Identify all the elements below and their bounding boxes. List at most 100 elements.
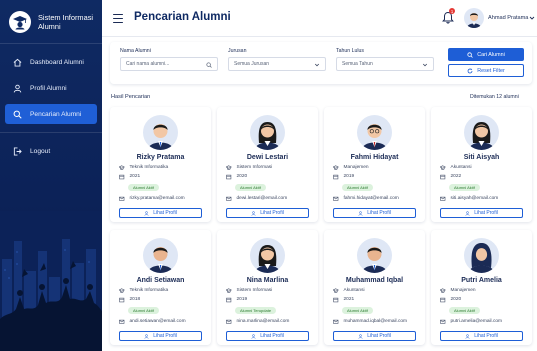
home-icon	[13, 58, 22, 67]
user-icon	[251, 210, 256, 216]
graduation-cap-icon	[226, 165, 232, 170]
alumni-jurusan-text: Sistem Informasi	[236, 288, 273, 294]
sidebar-item-dashboard[interactable]: Dashboard Alumni	[5, 52, 97, 72]
alumni-card: Fahmi Hidayat Manajemen 2019 Alumni Akti…	[324, 107, 425, 222]
results-count: Ditemukan 12 alumni	[470, 94, 519, 100]
alumni-avatar	[143, 115, 178, 150]
alumni-jurusan-text: Sistem Informasi	[236, 165, 273, 171]
sidebar-divider	[0, 132, 102, 133]
name-search-input[interactable]: Cari nama alumni...	[120, 57, 218, 71]
jurusan-select[interactable]: Semua Jurusan	[228, 57, 326, 71]
calendar-icon	[333, 174, 339, 180]
alumni-card: Nina Marlina Sistem Informasi 2019 Alumn…	[217, 230, 318, 345]
graduation-cap-icon	[333, 165, 339, 170]
calendar-icon	[226, 174, 232, 180]
alumni-name: Nina Marlina	[246, 277, 289, 284]
chevron-down-icon	[422, 63, 428, 66]
graduation-cap-icon	[119, 288, 125, 293]
status-badge: Alumni Terupdate	[235, 307, 277, 314]
alumni-jurusan: Manajemen	[333, 165, 369, 171]
alumni-year: 2021	[333, 297, 354, 303]
calendar-icon	[440, 297, 446, 303]
alumni-avatar	[250, 115, 285, 150]
search-button[interactable]: Cari Alumni	[448, 48, 524, 61]
alumni-jurusan-text: Teknik Informatika	[129, 288, 169, 294]
chevron-down-icon[interactable]	[529, 15, 535, 21]
view-profile-button[interactable]: Lihat Profil	[440, 208, 523, 218]
alumni-year-text: 2018	[129, 297, 141, 303]
tahun-selected-value: Semua Tahun	[342, 61, 373, 67]
graduation-cap-icon	[333, 288, 339, 293]
view-profile-label: Lihat Profil	[474, 210, 498, 216]
alumni-email: fahmi.hidayat@email.com	[333, 196, 399, 202]
alumni-card: Dewi Lestari Sistem Informasi 2020 Alumn…	[217, 107, 318, 222]
alumni-year-text: 2021	[129, 174, 141, 180]
alumni-year-text: 2020	[450, 297, 462, 303]
calendar-icon	[119, 174, 125, 180]
user-avatar[interactable]	[464, 8, 484, 28]
user-icon	[465, 333, 470, 339]
sidebar-item-pencarian[interactable]: Pencarian Alumni	[5, 104, 97, 124]
user-icon	[358, 333, 363, 339]
view-profile-button[interactable]: Lihat Profil	[119, 208, 202, 218]
alumni-avatar	[250, 238, 285, 273]
view-profile-label: Lihat Profil	[153, 210, 177, 216]
user-icon	[13, 84, 22, 93]
reset-button-label: Reset Filter	[477, 67, 505, 74]
alumni-name: Fahmi Hidayat	[350, 154, 399, 161]
filter-panel: Nama Alumni Cari nama alumni... Jurusan …	[110, 42, 532, 84]
view-profile-button[interactable]: Lihat Profil	[226, 331, 309, 341]
notification-badge: 1	[449, 8, 455, 14]
view-profile-button[interactable]: Lihat Profil	[333, 208, 416, 218]
view-profile-button[interactable]: Lihat Profil	[440, 331, 523, 341]
alumni-email: dewi.lestari@email.com	[226, 196, 287, 202]
view-profile-label: Lihat Profil	[260, 333, 284, 339]
alumni-name: Putri Amelia	[461, 277, 502, 284]
alumni-email-text: andi.setiawan@email.com	[129, 319, 186, 325]
alumni-email-text: fahmi.hidayat@email.com	[343, 196, 399, 202]
alumni-jurusan: Teknik Informatika	[119, 165, 168, 171]
sidebar-item-profil[interactable]: Profil Alumni	[5, 78, 97, 98]
view-profile-button[interactable]: Lihat Profil	[119, 331, 202, 341]
mail-icon	[226, 196, 232, 201]
mail-icon	[440, 319, 446, 324]
menu-toggle-icon[interactable]	[113, 14, 123, 24]
alumni-email: muhammad.iqbal@email.com	[333, 319, 407, 325]
alumni-email-text: muhammad.iqbal@email.com	[343, 319, 408, 325]
search-icon	[206, 61, 212, 68]
view-profile-button[interactable]: Lihat Profil	[333, 331, 416, 341]
graduation-cap-icon	[440, 288, 446, 293]
alumni-avatar	[464, 115, 499, 150]
graduate-logo-icon	[9, 11, 31, 33]
search-button-label: Cari Alumni	[477, 51, 505, 58]
app-name-line2: Alumni	[38, 22, 61, 31]
calendar-icon	[440, 174, 446, 180]
view-profile-label: Lihat Profil	[153, 333, 177, 339]
search-icon	[13, 110, 22, 119]
mail-icon	[119, 319, 125, 324]
alumni-email: nina.marlina@email.com	[226, 319, 289, 325]
name-search-placeholder: Cari nama alumni...	[126, 61, 170, 67]
sidebar-item-label: Profil Alumni	[30, 84, 67, 92]
logout-button[interactable]: Logout	[5, 141, 97, 161]
alumni-email-text: siti.aisyah@email.com	[450, 196, 499, 202]
user-name[interactable]: Ahmad Pratama	[488, 15, 528, 21]
alumni-jurusan-text: Teknik Informatika	[129, 165, 169, 171]
alumni-jurusan-text: Akuntansi	[450, 165, 472, 171]
calendar-icon	[333, 297, 339, 303]
alumni-year-text: 2021	[343, 297, 355, 303]
reset-filter-button[interactable]: Reset Filter	[448, 64, 524, 77]
alumni-card: Rizky Pratama Teknik Informatika 2021 Al…	[110, 107, 211, 222]
status-badge: Alumni Aktif	[128, 307, 159, 314]
view-profile-button[interactable]: Lihat Profil	[226, 208, 309, 218]
view-profile-label: Lihat Profil	[367, 210, 391, 216]
mail-icon	[226, 319, 232, 324]
alumni-email-text: dewi.lestari@email.com	[236, 196, 288, 202]
alumni-card-grid: Rizky Pratama Teknik Informatika 2021 Al…	[110, 107, 532, 347]
mail-icon	[119, 196, 125, 201]
results-title: Hasil Pencarian	[111, 94, 151, 100]
app-name: Sistem Informasi Alumni	[38, 13, 93, 32]
alumni-name: Siti Aisyah	[463, 154, 500, 161]
alumni-avatar	[357, 115, 392, 150]
tahun-select[interactable]: Semua Tahun	[336, 57, 434, 71]
